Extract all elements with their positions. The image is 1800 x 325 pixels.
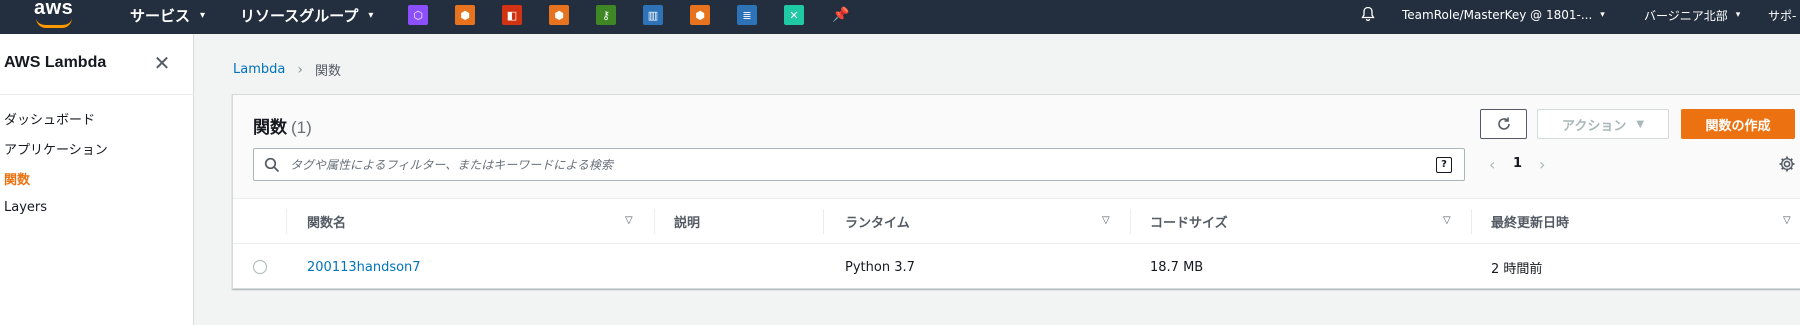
breadcrumb-lambda[interactable]: Lambda (233, 62, 285, 77)
account-menu[interactable]: TeamRole/MasterKey @ 1801-... ▾ (1402, 0, 1605, 30)
column-divider (654, 209, 655, 234)
bell-icon[interactable] (1360, 6, 1376, 22)
sidebar-item-applications[interactable]: アプリケーション (4, 139, 108, 158)
gear-icon[interactable] (1778, 155, 1796, 173)
caret-down-icon: ▼ (1636, 118, 1645, 130)
actions-button[interactable]: アクション ▼ (1537, 109, 1669, 139)
column-divider (286, 209, 287, 234)
cognito-icon[interactable]: ⬡ (408, 5, 428, 25)
top-nav: aws サービス ▾ リソースグループ ▾ ⬡ ⬢ ◧ ⬢ ⚷ ▥ ⬢ ≣ ✕ 📌 TeamRol… (0, 0, 1800, 34)
function-runtime: Python 3.7 (845, 259, 915, 275)
services-label: サービス (130, 6, 191, 25)
account-label: TeamRole/MasterKey @ 1801-... (1402, 8, 1593, 22)
functions-title: 関数 (253, 118, 287, 137)
codepipeline-icon[interactable]: ◧ (502, 5, 522, 25)
resource-groups-label: リソースグループ (240, 6, 359, 25)
help-icon[interactable]: ? (1436, 157, 1452, 173)
breadcrumb: Lambda › 関数 (233, 60, 341, 80)
refresh-button[interactable] (1480, 109, 1527, 139)
resource-groups-menu[interactable]: リソースグループ ▾ (240, 0, 373, 30)
sort-caret-icon[interactable]: ▽ (1783, 215, 1791, 226)
sort-caret-icon[interactable]: ▽ (1102, 215, 1110, 226)
step-functions-icon[interactable]: ✕ (784, 5, 804, 25)
sidebar-item-dashboard[interactable]: ダッシュボード (4, 109, 95, 128)
col-code-size[interactable]: コードサイズ (1150, 199, 1228, 244)
table-header: 関数名 ▽ 説明 ランタイム ▽ コードサイズ ▽ 最終更新日時 ▽ (233, 199, 1800, 244)
chevron-down-icon: ▾ (200, 9, 206, 21)
refresh-icon (1497, 117, 1510, 130)
table-row[interactable]: 200113handson7 Python 3.7 18.7 MB 2 時間前 (233, 245, 1800, 289)
function-name[interactable]: 200113handson7 (307, 260, 421, 275)
support-menu[interactable]: サポ- (1768, 0, 1796, 30)
sort-caret-icon[interactable]: ▽ (1443, 215, 1451, 226)
function-name-link[interactable]: 200113handson7 (307, 245, 421, 289)
cloudfront-icon[interactable]: ▥ (643, 5, 663, 25)
col-runtime[interactable]: ランタイム (845, 199, 910, 244)
sagemaker-icon[interactable]: ⬢ (690, 5, 710, 25)
functions-count: (1) (291, 118, 312, 137)
ecr-icon[interactable]: ⬢ (549, 5, 569, 25)
pager-current-page[interactable]: 1 (1513, 156, 1522, 171)
col-last-modified[interactable]: 最終更新日時 (1491, 199, 1569, 244)
row-select-radio[interactable] (253, 260, 267, 274)
sort-caret-icon[interactable]: ▽ (625, 215, 633, 226)
aws-logo[interactable]: aws (32, 0, 76, 30)
column-divider (1471, 209, 1472, 234)
create-function-button[interactable]: 関数の作成 (1681, 109, 1795, 139)
function-last-modified: 2 時間前 (1491, 261, 1543, 277)
sidebar-divider (0, 94, 194, 95)
card-header: 関数(1) アクション ▼ 関数の作成 ? ‹ 1 › (233, 95, 1800, 199)
pager-prev-icon[interactable]: ‹ (1489, 155, 1495, 174)
pager-next-icon[interactable]: › (1539, 155, 1545, 174)
services-menu[interactable]: サービス ▾ (130, 0, 205, 30)
region-label: バージニア北部 (1644, 8, 1728, 23)
card-title: 関数 (1) (253, 113, 312, 138)
column-divider (823, 209, 824, 234)
col-function-name[interactable]: 関数名 (307, 199, 346, 244)
region-menu[interactable]: バージニア北部 ▾ (1644, 0, 1740, 30)
function-code-size: 18.7 MB (1150, 259, 1204, 275)
functions-table-card: 関数(1) アクション ▼ 関数の作成 ? ‹ 1 › (232, 94, 1800, 289)
search-icon (264, 157, 280, 173)
close-icon[interactable]: ✕ (152, 53, 172, 73)
support-label: サポ- (1768, 8, 1797, 23)
search-input[interactable] (290, 150, 1420, 179)
sidebar-title: AWS Lambda (4, 54, 107, 71)
aws-logo-text: aws (34, 0, 74, 19)
sidebar-item-functions[interactable]: 関数 (4, 169, 30, 188)
api-gateway-icon[interactable]: ⬢ (455, 5, 475, 25)
dynamodb-icon[interactable]: ≣ (737, 5, 757, 25)
search-box: ? (253, 148, 1465, 181)
sidebar-item-layers[interactable]: Layers (4, 200, 47, 215)
col-description: 説明 (674, 216, 701, 231)
chevron-down-icon: ▾ (1600, 10, 1605, 20)
aws-smile-icon (36, 18, 72, 28)
create-function-label: 関数の作成 (1705, 118, 1771, 134)
chevron-down-icon: ▾ (1735, 10, 1741, 20)
pin-icon[interactable]: 📌 (831, 5, 851, 25)
chevron-down-icon: ▾ (368, 9, 374, 21)
chevron-right-icon: › (297, 61, 303, 78)
kms-key-icon[interactable]: ⚷ (596, 5, 616, 25)
sidebar: AWS Lambda ✕ ダッシュボード アプリケーション 関数 Layers (0, 34, 194, 325)
actions-label: アクション (1561, 118, 1627, 134)
breadcrumb-current: 関数 (314, 64, 341, 79)
column-divider (1130, 209, 1131, 234)
